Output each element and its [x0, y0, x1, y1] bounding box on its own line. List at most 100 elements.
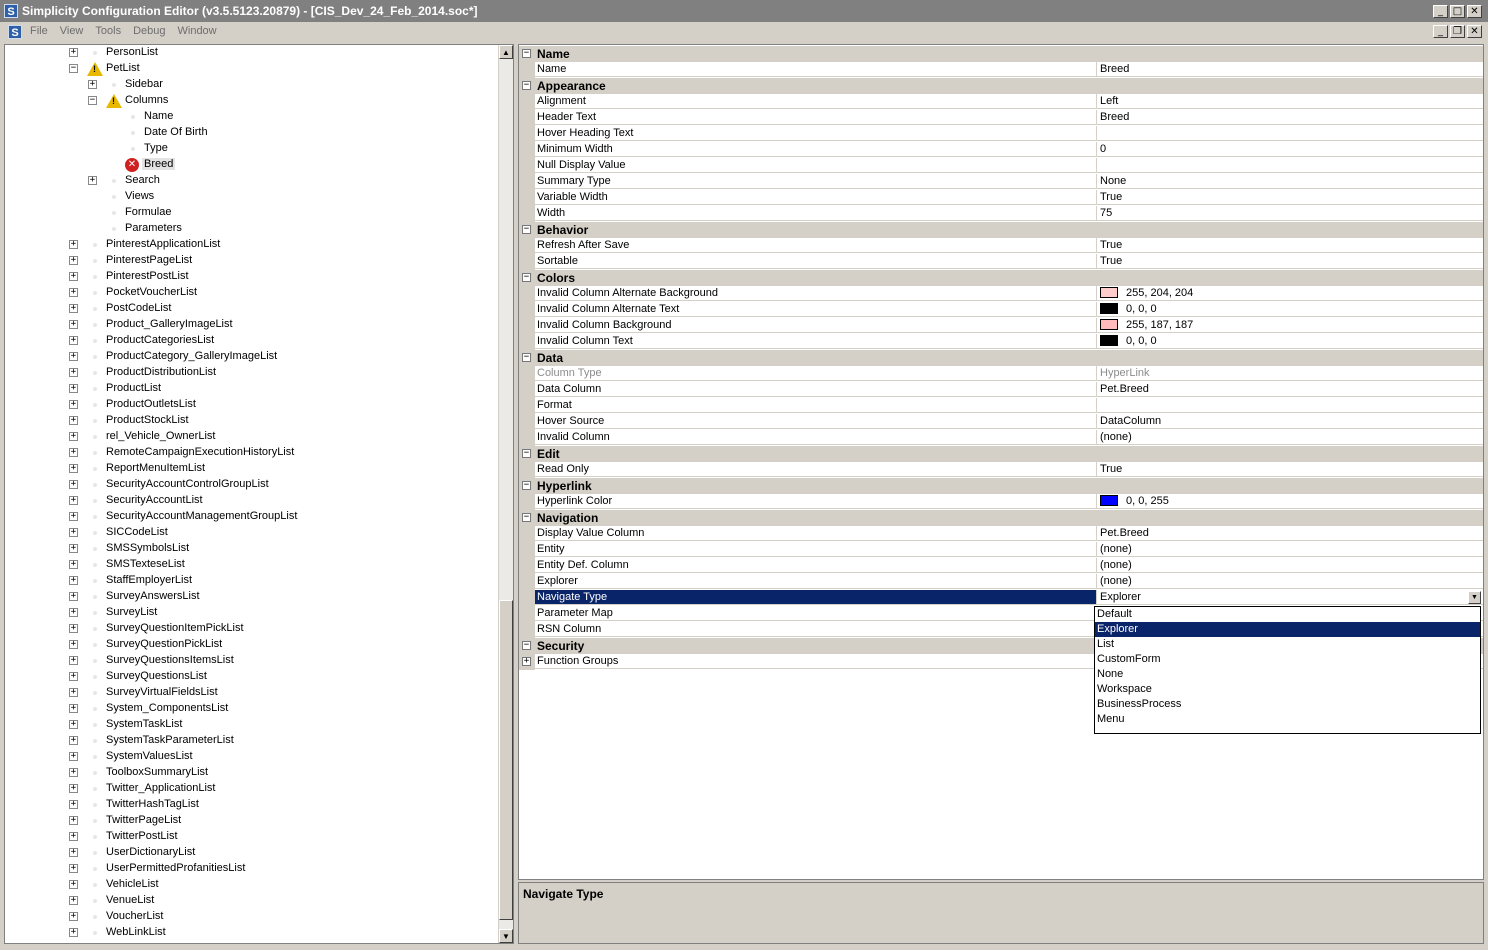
expand-icon[interactable]: + [69, 464, 78, 473]
property-data-column[interactable]: Data Column Pet.Breed [519, 382, 1483, 398]
property-name[interactable]: Format [535, 398, 1097, 413]
expand-icon[interactable]: + [69, 784, 78, 793]
collapse-icon[interactable]: − [522, 49, 531, 58]
tree-item-twitterpagelist[interactable]: + TwitterPageList [5, 813, 499, 829]
configuration-tree[interactable]: + PersonList −! PetList + Sidebar −! Columns Nam… [4, 44, 514, 944]
property-invalid-column-background[interactable]: Invalid Column Background 255, 187, 187 [519, 318, 1483, 334]
property-variable-width[interactable]: Variable Width True [519, 190, 1483, 206]
expand-icon[interactable]: + [69, 688, 78, 697]
property-name[interactable]: Function Groups [535, 654, 1097, 669]
property-format[interactable]: Format [519, 398, 1483, 414]
property-invalid-column-alternate-background[interactable]: Invalid Column Alternate Background 255, … [519, 286, 1483, 302]
property-name[interactable]: Column Type [535, 366, 1097, 381]
tree-item-type[interactable]: Type [5, 141, 499, 157]
expand-icon[interactable]: + [69, 496, 78, 505]
property-name[interactable]: Read Only [535, 462, 1097, 477]
property-minimum-width[interactable]: Minimum Width 0 [519, 142, 1483, 158]
tree-item-product-galleryimagelist[interactable]: + Product_GalleryImageList [5, 317, 499, 333]
expand-icon[interactable]: + [522, 657, 531, 666]
tree-item-pocketvoucherlist[interactable]: + PocketVoucherList [5, 285, 499, 301]
collapse-icon[interactable]: − [522, 353, 531, 362]
tree-item-views[interactable]: Views [5, 189, 499, 205]
expand-icon[interactable]: + [69, 720, 78, 729]
tree-item-date-of-birth[interactable]: Date Of Birth [5, 125, 499, 141]
property-header-text[interactable]: Header Text Breed [519, 110, 1483, 126]
dropdown-arrow-icon[interactable]: ▼ [1468, 591, 1481, 604]
tree-item-name[interactable]: Name [5, 109, 499, 125]
mdi-restore-button[interactable]: ❐ [1450, 25, 1465, 38]
property-value[interactable]: True [1097, 462, 1483, 477]
dropdown-option-workspace[interactable]: Workspace [1095, 682, 1480, 697]
expand-icon[interactable]: + [69, 352, 78, 361]
expand-icon[interactable]: + [69, 656, 78, 665]
tree-item-vehiclelist[interactable]: + VehicleList [5, 877, 499, 893]
property-value[interactable]: True [1097, 238, 1483, 253]
property-display-value-column[interactable]: Display Value Column Pet.Breed [519, 526, 1483, 542]
expand-icon[interactable]: + [69, 304, 78, 313]
tree-item-parameters[interactable]: Parameters [5, 221, 499, 237]
menu-file[interactable]: File [30, 25, 48, 37]
tree-item-reportmenuitemlist[interactable]: + ReportMenuItemList [5, 461, 499, 477]
tree-item-system-componentslist[interactable]: + System_ComponentsList [5, 701, 499, 717]
tree-item-productstocklist[interactable]: + ProductStockList [5, 413, 499, 429]
property-name[interactable]: Name [535, 62, 1097, 77]
property-value[interactable]: Pet.Breed [1097, 382, 1483, 397]
property-value[interactable]: 0, 0, 0 [1097, 334, 1483, 349]
color-swatch[interactable] [1100, 335, 1118, 346]
tree-item-voucherlist[interactable]: + VoucherList [5, 909, 499, 925]
property-value[interactable]: 0, 0, 255 [1097, 494, 1483, 509]
property-name[interactable]: Invalid Column Text [535, 334, 1097, 349]
property-value[interactable]: DataColumn [1097, 414, 1483, 429]
property-value[interactable]: 75 [1097, 206, 1483, 221]
maximize-button[interactable]: □ [1450, 5, 1465, 18]
category-data[interactable]: − Data [519, 350, 1483, 366]
tree-item-remotecampaignexecutionhistorylist[interactable]: + RemoteCampaignExecutionHistoryList [5, 445, 499, 461]
collapse-icon[interactable]: − [69, 64, 78, 73]
tree-item-venuelist[interactable]: + VenueList [5, 893, 499, 909]
property-value[interactable] [1097, 126, 1483, 141]
collapse-icon[interactable]: − [88, 96, 97, 105]
expand-icon[interactable]: + [69, 864, 78, 873]
property-value[interactable]: Pet.Breed [1097, 526, 1483, 541]
property-name[interactable]: Entity [535, 542, 1097, 557]
expand-icon[interactable]: + [69, 848, 78, 857]
expand-icon[interactable]: + [69, 832, 78, 841]
property-name[interactable]: Hover Source [535, 414, 1097, 429]
tree-item-weblinklist[interactable]: + WebLinkList [5, 925, 499, 941]
property-value[interactable] [1097, 158, 1483, 173]
property-name[interactable]: Display Value Column [535, 526, 1097, 541]
property-name[interactable]: Invalid Column [535, 430, 1097, 445]
property-name[interactable]: Explorer [535, 574, 1097, 589]
expand-icon[interactable]: + [69, 448, 78, 457]
property-name[interactable]: Data Column [535, 382, 1097, 397]
property-name[interactable]: Null Display Value [535, 158, 1097, 173]
collapse-icon[interactable]: − [522, 481, 531, 490]
expand-icon[interactable]: + [69, 752, 78, 761]
property-value[interactable]: Breed [1097, 110, 1483, 125]
expand-icon[interactable]: + [69, 320, 78, 329]
expand-icon[interactable]: + [69, 704, 78, 713]
tree-item-staffemployerlist[interactable]: + StaffEmployerList [5, 573, 499, 589]
tree-item-columns[interactable]: −! Columns [5, 93, 499, 109]
property-width[interactable]: Width 75 [519, 206, 1483, 222]
expand-icon[interactable]: + [69, 768, 78, 777]
tree-item-surveyquestionpicklist[interactable]: + SurveyQuestionPickList [5, 637, 499, 653]
tree-item-petlist[interactable]: −! PetList [5, 61, 499, 77]
expand-icon[interactable]: + [69, 368, 78, 377]
tree-item-search[interactable]: + Search [5, 173, 499, 189]
property-name[interactable]: Name Breed [519, 62, 1483, 78]
property-name[interactable]: Hover Heading Text [535, 126, 1097, 141]
tree-item-surveylist[interactable]: + SurveyList [5, 605, 499, 621]
expand-icon[interactable]: + [69, 624, 78, 633]
navigate-type-dropdown-list[interactable]: Default Explorer List CustomForm None Workspa… [1094, 606, 1481, 734]
expand-icon[interactable]: + [69, 672, 78, 681]
tree-item-smstexteselist[interactable]: + SMSTexteseList [5, 557, 499, 573]
expand-icon[interactable]: + [69, 384, 78, 393]
menu-view[interactable]: View [60, 25, 84, 37]
property-hover-heading-text[interactable]: Hover Heading Text [519, 126, 1483, 142]
expand-icon[interactable]: + [69, 912, 78, 921]
property-null-display-value[interactable]: Null Display Value [519, 158, 1483, 174]
tree-item-formulae[interactable]: Formulae [5, 205, 499, 221]
expand-icon[interactable]: + [69, 928, 78, 937]
tree-item-pinterestapplicationlist[interactable]: + PinterestApplicationList [5, 237, 499, 253]
